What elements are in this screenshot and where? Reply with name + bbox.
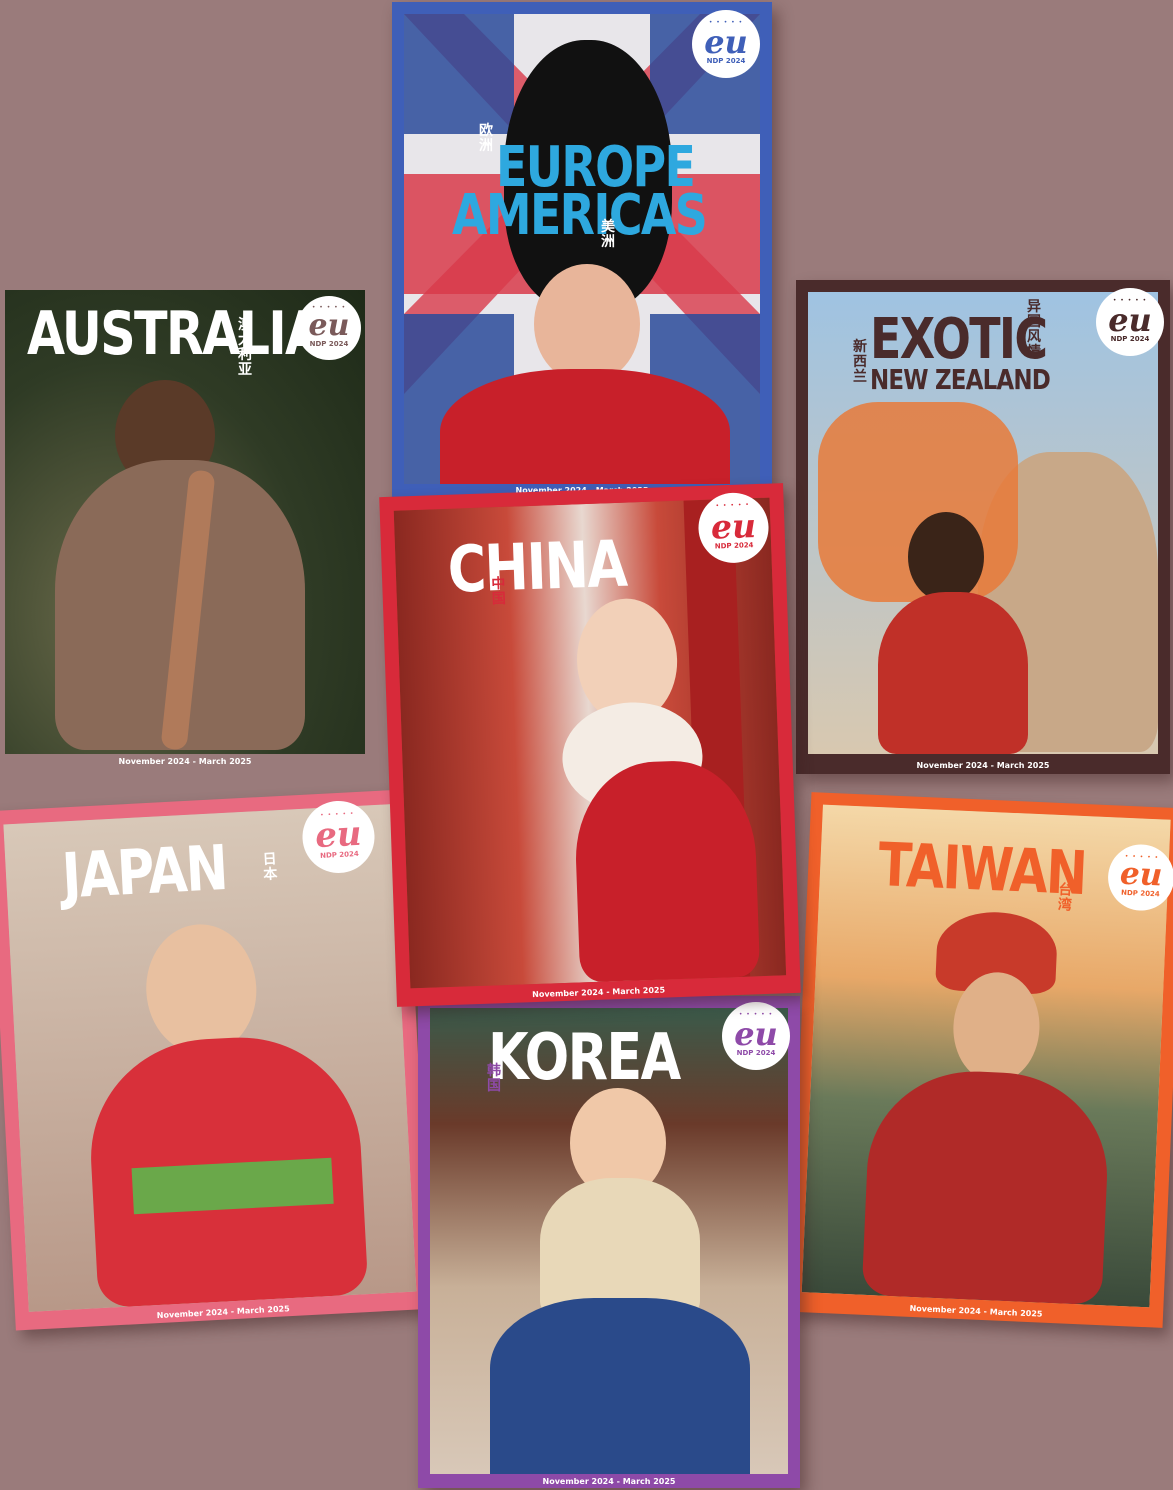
cover-china[interactable]: CHINA 中国 • • • • • eu NDP 2024 November … — [379, 483, 801, 1007]
taiwan-title: TAIWAN — [876, 830, 1088, 910]
korea-title: KOREA — [488, 1021, 681, 1095]
cover-korea[interactable]: KOREA 韩国 • • • • • eu NDP 2024 November … — [418, 996, 800, 1488]
cover-europe-americas[interactable]: 欧洲 EUROPE AMERICAS 美洲 • • • • • eu NDP 2… — [392, 2, 772, 500]
red-hanfu — [572, 758, 761, 983]
americas-title: AMERICAS — [452, 183, 708, 248]
exotic-cn-label: 异国风情 — [1027, 299, 1041, 360]
china-cn-label: 中国 — [491, 575, 507, 608]
eu-logo-badge: • • • • • eu NDP 2024 — [692, 10, 760, 78]
cover-taiwan[interactable]: TAIWAN 台湾 • • • • • eu NDP 2024 November… — [788, 792, 1173, 1328]
hanbok-top — [540, 1178, 700, 1318]
traditional-dress — [861, 1066, 1112, 1306]
cover-photo — [404, 14, 760, 484]
americas-cn-label: 美洲 — [601, 219, 615, 250]
red-tunic — [440, 369, 730, 484]
new-zealand-cn-label: 新西兰 — [853, 339, 867, 385]
china-title: CHINA — [446, 527, 628, 608]
cover-japan[interactable]: JAPAN 日本 • • • • • eu NDP 2024 November … — [0, 789, 432, 1331]
man-head — [908, 512, 984, 602]
cover-australia[interactable]: AUSTRALIA 澳大利亚 • • • • • eu NDP 2024 Nov… — [5, 290, 365, 768]
japan-cn-label: 日本 — [262, 851, 278, 883]
australia-cn-label: 澳大利亚 — [238, 317, 252, 378]
eu-logo-badge: • • • • • eu NDP 2024 — [1096, 288, 1164, 356]
new-zealand-title: NEW ZEALAND — [870, 363, 1051, 396]
taiwan-cn-label: 台湾 — [1057, 881, 1073, 914]
date-range: November 2024 - March 2025 — [916, 761, 1050, 770]
eu-logo-badge: • • • • • eu NDP 2024 — [722, 1002, 790, 1070]
cover-exotic-new-zealand[interactable]: EXOTIC 异国风情 新西兰 NEW ZEALAND • • • • • eu… — [796, 280, 1170, 774]
date-range: November 2024 - March 2025 — [542, 1477, 676, 1486]
japan-title: JAPAN — [60, 830, 229, 913]
man-body — [878, 592, 1028, 754]
guard-face — [534, 264, 640, 384]
korea-cn-label: 韩国 — [487, 1063, 501, 1094]
date-range: November 2024 - March 2025 — [118, 757, 252, 766]
australia-title: AUSTRALIA — [27, 299, 323, 369]
europe-cn-label: 欧洲 — [479, 123, 493, 154]
exotic-title: EXOTIC — [870, 307, 1048, 372]
hanbok-skirt — [490, 1298, 750, 1474]
eu-logo-badge: • • • • • eu NDP 2024 — [297, 296, 361, 360]
